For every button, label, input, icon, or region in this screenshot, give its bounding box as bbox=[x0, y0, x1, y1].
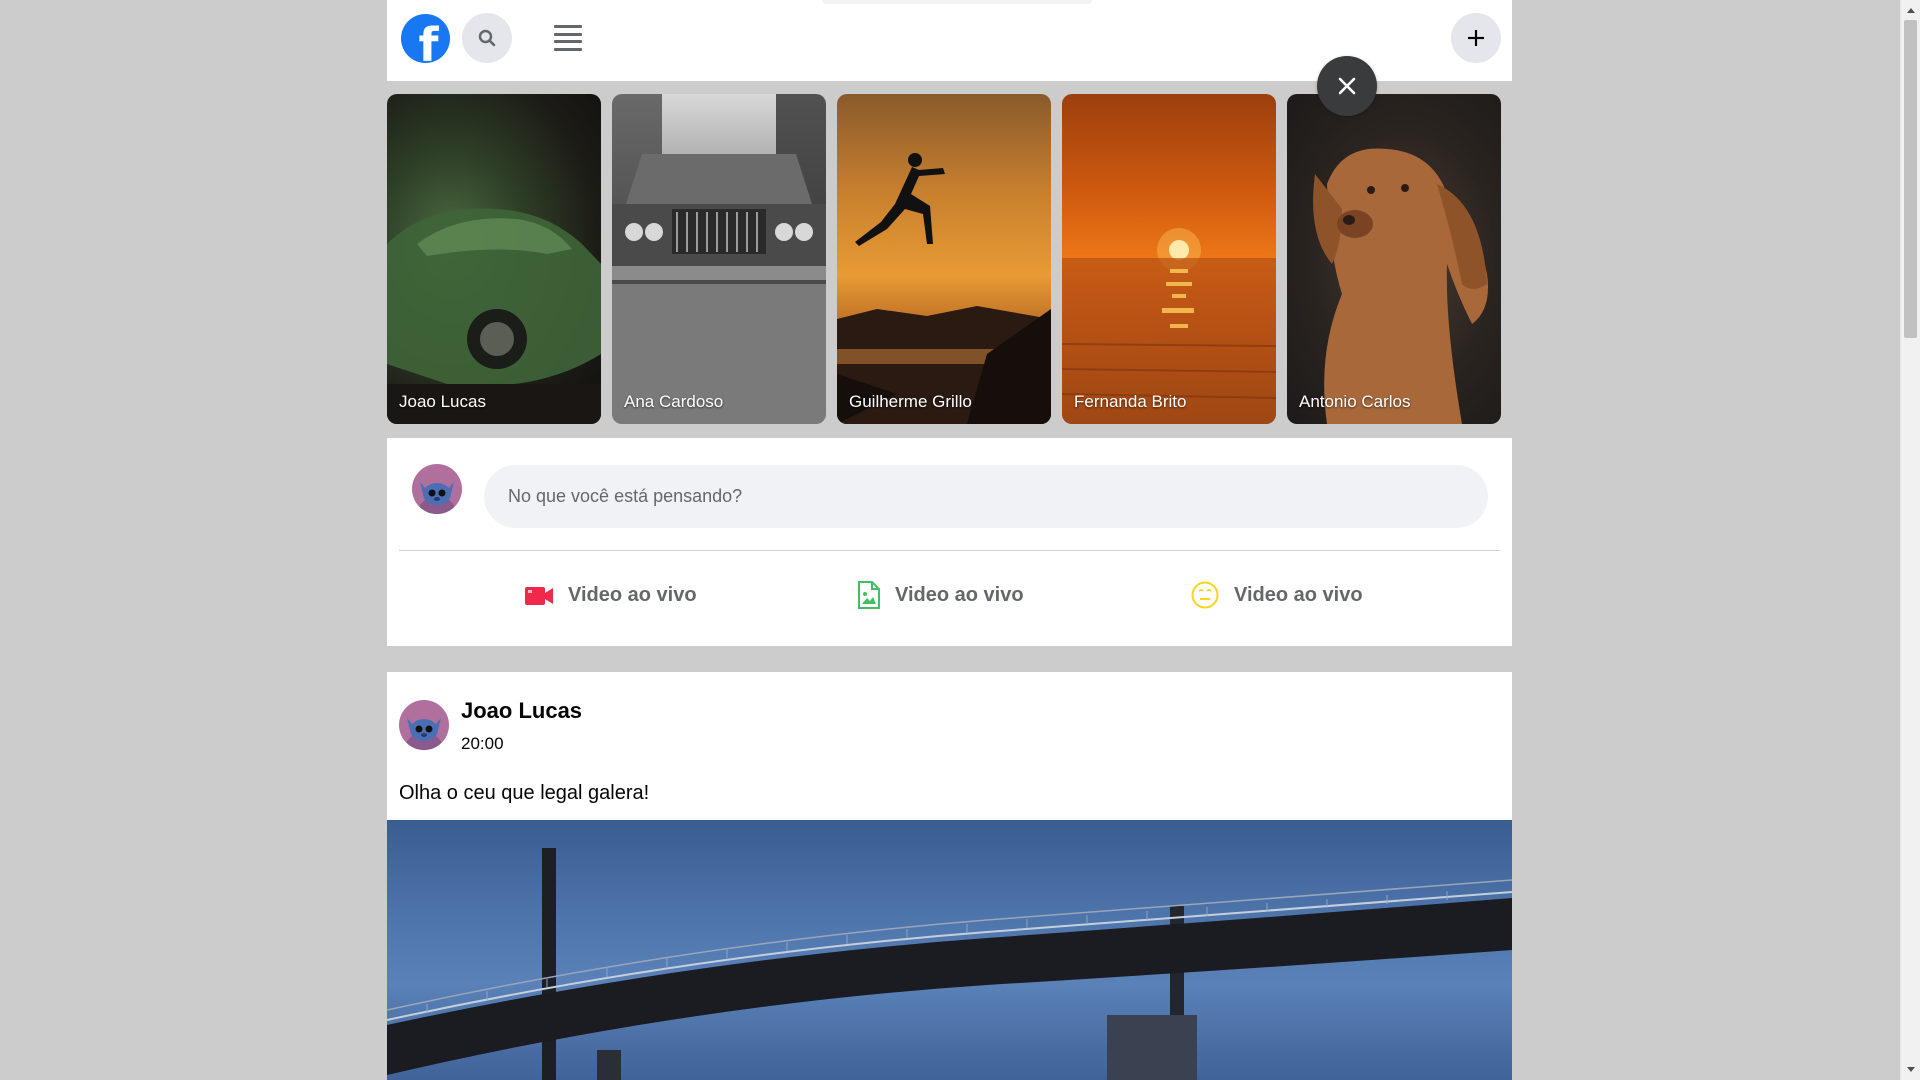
avatar-image bbox=[412, 464, 462, 514]
avatar[interactable] bbox=[399, 700, 449, 750]
status-input[interactable] bbox=[484, 465, 1488, 528]
search-button[interactable] bbox=[462, 13, 512, 63]
photo-button[interactable]: Video ao vivo bbox=[857, 575, 1024, 615]
close-icon bbox=[1338, 77, 1356, 95]
logo-letter: f bbox=[418, 18, 439, 63]
scrollbar-thumb[interactable] bbox=[1904, 20, 1917, 338]
video-camera-icon bbox=[525, 587, 553, 605]
story-image-old-car bbox=[612, 94, 826, 424]
close-button[interactable] bbox=[1317, 56, 1377, 116]
scroll-up-arrow-icon[interactable] bbox=[1901, 0, 1920, 20]
post-composer: Video ao vivo Video ao vivo Vide bbox=[387, 438, 1512, 646]
news-feed: f Joao Lucas Ana Cardoso Guilherme Grill… bbox=[387, 0, 1512, 1080]
feeling-button[interactable]: Video ao vivo bbox=[1190, 575, 1363, 615]
story-card[interactable]: Guilherme Grillo bbox=[837, 94, 1051, 424]
plus-icon bbox=[1468, 30, 1484, 46]
story-card[interactable]: Ana Cardoso bbox=[612, 94, 826, 424]
create-button[interactable] bbox=[1451, 13, 1501, 63]
composer-actions: Video ao vivo Video ao vivo Video ao viv… bbox=[387, 551, 1512, 646]
story-image-jumping-person bbox=[837, 153, 1051, 424]
vertical-scrollbar[interactable] bbox=[1900, 0, 1920, 1080]
stories-row: Joao Lucas Ana Cardoso Guilherme Grillo … bbox=[387, 94, 1512, 424]
story-name: Joao Lucas bbox=[399, 392, 486, 411]
story-card[interactable]: Joao Lucas bbox=[387, 94, 601, 424]
avatar-image bbox=[399, 700, 449, 750]
action-label: Video ao vivo bbox=[1234, 583, 1363, 606]
story-card[interactable]: Fernanda Brito bbox=[1062, 94, 1276, 424]
story-name: Ana Cardoso bbox=[624, 392, 724, 411]
post-author[interactable]: Joao Lucas bbox=[461, 698, 582, 724]
facebook-logo-icon[interactable]: f bbox=[401, 14, 450, 63]
hamburger-menu-icon[interactable] bbox=[553, 23, 583, 53]
story-image-green-car bbox=[387, 208, 601, 424]
photo-file-icon bbox=[858, 581, 880, 609]
story-image-sunset-sea bbox=[1062, 228, 1276, 424]
story-card[interactable]: Antonio Carlos bbox=[1287, 94, 1501, 424]
story-name: Guilherme Grillo bbox=[849, 392, 972, 411]
live-video-button[interactable]: Video ao vivo bbox=[524, 575, 697, 615]
post-timestamp: 20:00 bbox=[461, 734, 504, 753]
smiley-face-icon bbox=[1191, 581, 1219, 609]
post-text: Olha o ceu que legal galera! bbox=[399, 782, 650, 804]
feed-post: Joao Lucas 20:00 Olha o ceu que legal ga… bbox=[387, 672, 1512, 1080]
scroll-down-arrow-icon[interactable] bbox=[1901, 1060, 1920, 1080]
search-icon bbox=[478, 29, 496, 47]
avatar[interactable] bbox=[412, 464, 462, 514]
top-hint-bar bbox=[822, 0, 1092, 4]
story-name: Antonio Carlos bbox=[1299, 392, 1411, 411]
bridge-photo bbox=[387, 848, 1512, 1080]
action-label: Video ao vivo bbox=[895, 583, 1024, 606]
story-name: Fernanda Brito bbox=[1074, 392, 1187, 411]
action-label: Video ao vivo bbox=[568, 583, 697, 606]
post-image[interactable] bbox=[387, 820, 1512, 1080]
story-image-dog bbox=[1313, 148, 1488, 424]
